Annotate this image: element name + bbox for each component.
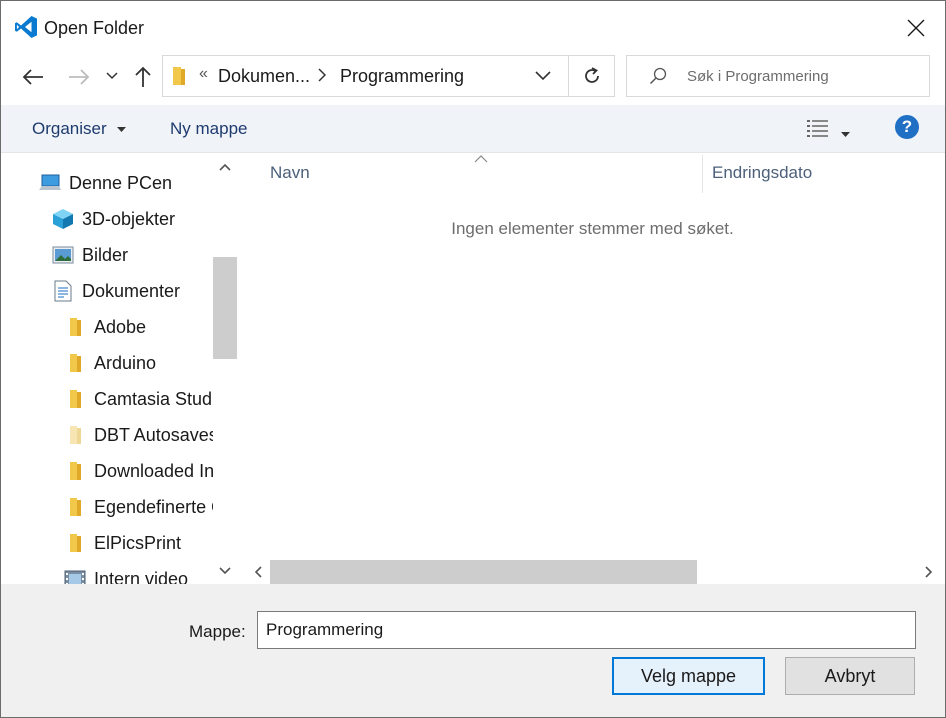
column-divider[interactable] [702,155,703,193]
tree-item-label: Egendefinerte Office-maler [94,496,213,517]
pictures-icon [52,244,74,266]
close-icon [907,19,925,37]
search-icon [649,67,667,90]
view-dropdown-icon[interactable] [841,125,850,143]
navigation-pane: Denne PCen 3D-objekter Bilder Dokumenter… [1,153,238,584]
tree-item-folder[interactable]: ElPicsPrint [64,525,181,561]
search-placeholder: Søk i Programmering [687,68,829,85]
tree-item-folder[interactable]: DBT Autosaves [64,417,213,453]
tree-item-label: Adobe [94,316,147,337]
content-horizontal-scrollbar[interactable] [242,560,945,584]
refresh-button[interactable] [568,56,615,96]
folder-icon [64,496,86,518]
tree-item-label: Camtasia Studio [94,388,213,409]
tree-item-folder[interactable]: Adobe [64,309,146,345]
tree-item-label: ElPicsPrint [94,532,182,553]
view-options-icon[interactable] [806,118,830,143]
navigation-tree: Denne PCen 3D-objekter Bilder Dokumenter… [1,153,213,584]
help-icon[interactable]: ? [895,115,919,139]
folder-field-label: Mappe: [189,622,246,641]
tree-item-3d-objects[interactable]: 3D-objekter [52,201,175,237]
dialog-footer: Mappe: Velg mappe Avbryt [1,584,945,717]
organise-label: Organiser [32,119,107,138]
scroll-right-button[interactable] [917,560,941,584]
select-folder-button[interactable]: Velg mappe [612,657,765,695]
search-box[interactable]: Søk i Programmering [626,55,930,97]
organise-button[interactable]: Organiser [32,119,127,139]
tree-item-label: 3D-objekter [82,208,176,229]
back-button[interactable] [19,63,47,91]
vscode-icon [14,15,38,39]
tree-item-pictures[interactable]: Bilder [52,237,128,273]
title-bar: Open Folder [1,1,945,55]
folder-icon [64,388,86,410]
forward-arrow-icon [69,69,90,85]
tree-item-folder[interactable]: Camtasia Studio [64,381,213,417]
chevron-down-icon [219,567,231,575]
up-arrow-icon [135,66,151,87]
breadcrumb-documents[interactable]: Dokumen... [218,66,310,87]
folder-icon [64,352,86,374]
open-folder-dialog: Open Folder « Dokumen... Programmering S… [0,0,946,718]
chevron-left-icon [254,566,262,578]
cube-icon [52,208,74,230]
window-title: Open Folder [44,18,145,38]
file-list: Navn Endringsdato Ingen elementer stemme… [242,153,945,584]
tree-item-label: Arduino [94,352,157,373]
empty-state-message: Ingen elementer stemmer med søket. [451,219,734,238]
tree-item-documents[interactable]: Dokumenter [52,273,180,309]
tree-item-label: Denne PCen [69,172,173,193]
up-button[interactable] [131,63,155,91]
forward-button[interactable] [65,63,93,91]
nav-vertical-scrollbar[interactable] [213,153,237,584]
caret-down-icon [117,126,127,132]
column-header-label: Navn [270,163,310,182]
chevron-up-icon [219,163,231,171]
document-icon [52,280,74,302]
chevron-down-icon [106,72,118,80]
tree-item-folder[interactable]: Egendefinerte Office-maler [64,489,213,525]
scroll-thumb[interactable] [270,560,697,584]
scroll-thumb[interactable] [213,257,237,359]
folder-icon [64,316,86,338]
video-icon [64,568,86,584]
column-header-label: Endringsdato [712,163,813,182]
tree-item-folder[interactable]: Arduino [64,345,156,381]
chevron-right-icon [925,566,933,578]
cancel-button[interactable]: Avbryt [785,657,915,695]
column-header-date[interactable]: Endringsdato [712,153,942,193]
tree-item-label: Intern video [94,568,189,585]
scroll-down-button[interactable] [213,559,237,583]
chevron-down-icon [535,71,551,81]
scroll-up-button[interactable] [213,155,237,179]
folder-icon [64,460,86,482]
new-folder-button[interactable]: Ny mappe [170,119,247,139]
tree-item-folder[interactable]: Downloaded Installations [64,453,213,489]
tree-item-label: Downloaded Installations [94,460,213,481]
tree-item-label: Bilder [82,244,129,265]
folder-icon [64,532,86,554]
scroll-left-button[interactable] [246,560,270,584]
close-button[interactable] [896,9,936,47]
tree-item-video[interactable]: Intern video [64,561,188,584]
back-arrow-icon [22,69,43,85]
command-bar: Organiser Ny mappe [1,105,945,153]
folder-name-input[interactable] [257,611,916,649]
address-dropdown-button[interactable] [535,68,555,86]
folder-faded-icon [64,424,86,446]
refresh-icon [585,67,599,83]
breadcrumb-overflow[interactable]: « [199,65,208,83]
tree-item-this-pc[interactable]: Denne PCen [39,165,172,201]
tree-item-label: DBT Autosaves [94,424,213,445]
folder-icon [171,66,187,91]
column-header-name[interactable]: Navn [270,153,700,193]
tree-item-label: Dokumenter [82,280,181,301]
recent-locations-button[interactable] [103,67,121,85]
chevron-right-icon [318,68,327,85]
breadcrumb-programmering[interactable]: Programmering [340,66,464,87]
computer-icon [39,172,61,194]
address-bar[interactable]: « Dokumen... Programmering [162,55,615,97]
